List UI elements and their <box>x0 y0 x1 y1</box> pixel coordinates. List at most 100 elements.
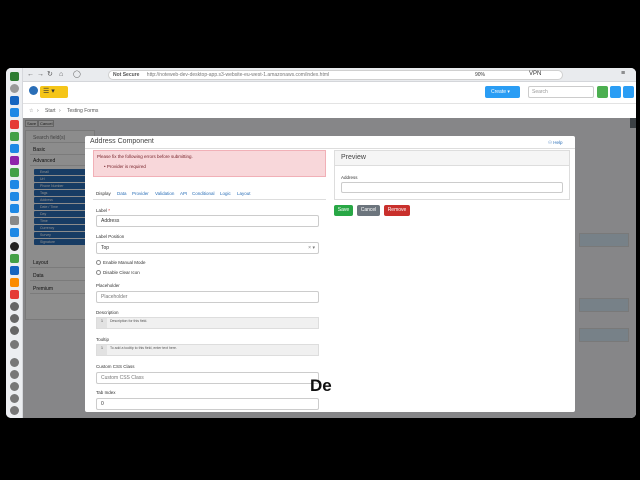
preview-header <box>335 151 569 166</box>
create-label: Create <box>491 89 507 95</box>
app-icon[interactable] <box>10 132 19 141</box>
app-icon[interactable] <box>10 302 19 311</box>
divider <box>85 148 575 149</box>
add-icon[interactable] <box>10 340 19 349</box>
extension-icon[interactable]: ◯ <box>73 70 81 80</box>
save-component-button[interactable]: Save <box>334 205 353 216</box>
app-icon[interactable] <box>10 156 19 165</box>
home-icon[interactable]: ⌂ <box>59 70 63 80</box>
label-position-value: Top <box>101 245 110 251</box>
forward-icon[interactable]: → <box>37 70 44 80</box>
gear-icon[interactable] <box>10 358 19 367</box>
clock-icon[interactable] <box>10 382 19 391</box>
app-icon[interactable] <box>10 192 19 201</box>
app-icon[interactable] <box>10 216 19 225</box>
app-icon[interactable] <box>10 290 19 299</box>
app-icon[interactable] <box>10 108 19 117</box>
app-icon[interactable] <box>10 370 19 379</box>
app-icon[interactable] <box>10 326 19 335</box>
chevron-down-icon: × ▾ <box>308 245 315 251</box>
tab-provider[interactable]: Provider <box>132 191 149 196</box>
settings-icon[interactable] <box>10 406 19 415</box>
info-icon[interactable] <box>623 86 634 98</box>
label-field-label: Label * <box>96 208 110 213</box>
clear-icon-label: Disable Clear Icon <box>103 270 140 275</box>
error-item: • Provider is required <box>104 164 146 169</box>
app-icon[interactable] <box>10 144 19 153</box>
app-dock <box>6 68 23 418</box>
description-editor[interactable]: 1 Description for this field. <box>96 317 319 329</box>
placeholder-input[interactable]: Placeholder <box>96 291 319 303</box>
zoom-level[interactable]: 90% <box>475 72 485 78</box>
app-icon[interactable] <box>10 254 19 263</box>
app-icon[interactable] <box>10 314 19 323</box>
error-item-text: Provider is required <box>106 164 146 169</box>
tab-logic[interactable]: Logic <box>220 191 231 196</box>
tab-display[interactable]: Display <box>96 191 111 196</box>
notes-icon[interactable] <box>597 86 608 98</box>
github-icon[interactable] <box>10 242 19 251</box>
cancel-component-button[interactable]: Cancel <box>357 205 380 216</box>
help-text: Help <box>553 140 563 145</box>
tooltip-text: To add a tooltip to this field, enter te… <box>110 346 177 350</box>
app-icon[interactable] <box>10 394 19 403</box>
create-button[interactable]: Create ▾ <box>485 86 520 98</box>
back-icon[interactable]: ← <box>27 70 34 80</box>
breadcrumb-start[interactable]: Start <box>45 104 56 118</box>
search-input[interactable]: Search <box>528 86 594 98</box>
tab-conditional[interactable]: Conditional <box>192 191 215 196</box>
app-icon[interactable] <box>10 120 19 129</box>
error-alert: Please fix the following errors before s… <box>93 150 326 177</box>
app-icon[interactable] <box>10 168 19 177</box>
label-input[interactable]: Address <box>96 215 319 227</box>
chevron-right-icon: › <box>59 108 61 114</box>
clear-icon-checkbox[interactable] <box>96 270 101 275</box>
main-menu-button[interactable]: ☰ ▾ <box>40 86 68 98</box>
description-text: Description for this field. <box>110 319 148 323</box>
help-link[interactable]: ⚇ Help <box>548 140 563 146</box>
reload-icon[interactable]: ↻ <box>47 70 53 80</box>
preview-address-input[interactable] <box>341 182 563 193</box>
app-icon[interactable] <box>10 266 19 275</box>
app-header: ☰ ▾ Create ▾ Search <box>23 82 636 104</box>
app-icon[interactable] <box>10 180 19 189</box>
line-number: 1 <box>97 345 107 355</box>
label-position-select[interactable]: Top × ▾ <box>96 242 319 254</box>
app-icon[interactable] <box>10 204 19 213</box>
avatar[interactable] <box>29 86 38 95</box>
video-caption: De <box>310 376 332 395</box>
tooltip-label: Tooltip <box>96 337 110 342</box>
chevron-right-icon: › <box>37 108 39 114</box>
app-icon[interactable] <box>10 84 19 93</box>
not-secure-label: Not Secure <box>113 72 140 78</box>
breadcrumb-current: Testing Forms <box>67 108 99 114</box>
url-text: http://noteweb-dev-desktop-app.s3-websit… <box>146 72 330 78</box>
remove-component-button[interactable]: Remove <box>384 205 410 216</box>
app-icon[interactable] <box>10 278 19 287</box>
app-icon[interactable] <box>10 228 19 237</box>
app-icon[interactable] <box>10 72 19 81</box>
label-field-text: Label <box>96 208 108 213</box>
tab-index-input[interactable]: 0 <box>96 398 319 410</box>
line-number: 1 <box>97 318 107 328</box>
tab-layout[interactable]: Layout <box>237 191 251 196</box>
modal-title: Address Component <box>90 138 154 145</box>
custom-css-label: Custom CSS Class <box>96 364 135 369</box>
custom-css-input[interactable]: Custom CSS Class <box>96 372 319 384</box>
star-icon[interactable]: ☆ <box>29 104 33 118</box>
preview-address-label: Address <box>341 175 358 180</box>
address-bar[interactable]: Not Secure http://noteweb-dev-desktop-ap… <box>108 70 563 80</box>
preview-title: Preview <box>341 154 366 161</box>
browser-toolbar: ← → ↻ ⌂ ◯ Not Secure http://noteweb-dev-… <box>23 68 636 82</box>
tab-validation[interactable]: Validation <box>155 191 174 196</box>
menu-icon[interactable]: ≡ <box>621 70 625 77</box>
settings-icon[interactable] <box>610 86 621 98</box>
component-edit-modal: Address Component Please fix the followi… <box>85 136 575 412</box>
placeholder-label: Placeholder <box>96 283 120 288</box>
tab-api[interactable]: API <box>180 191 187 196</box>
tooltip-editor[interactable]: 1 To add a tooltip to this field, enter … <box>96 344 319 356</box>
manual-mode-checkbox[interactable] <box>96 260 101 265</box>
app-icon[interactable] <box>10 96 19 105</box>
tab-data[interactable]: Data <box>117 191 127 196</box>
vpn-badge[interactable]: VPN <box>529 71 541 77</box>
